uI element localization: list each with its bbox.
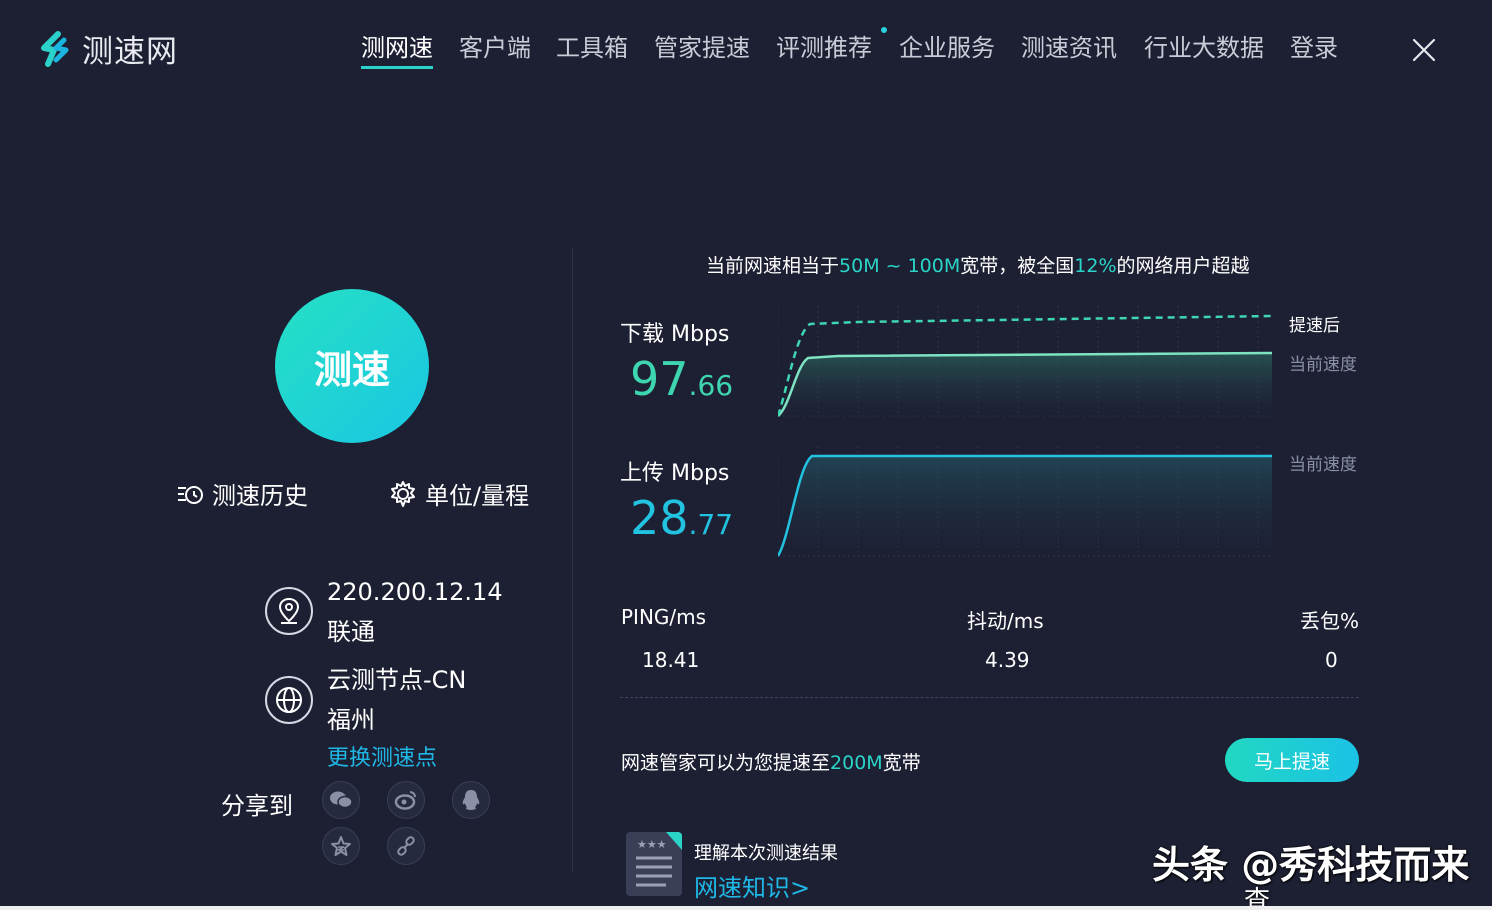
loss-label: 丢包% [1300, 609, 1360, 633]
history-icon [178, 485, 203, 504]
upload-label: 上传 Mbps [620, 461, 730, 486]
loss-value: 0 [1325, 648, 1338, 672]
weibo-icon[interactable] [387, 781, 425, 819]
share-label: 分享到 [221, 792, 293, 820]
upload-value: 28.77 [630, 493, 733, 550]
nav-big-data[interactable]: 行业大数据 [1144, 28, 1264, 63]
ping-value: 18.41 [642, 648, 700, 672]
promo-text: 网速管家可以为您提速至200M宽带 [621, 748, 921, 775]
nav-enterprise[interactable]: 企业服务 [899, 28, 995, 63]
summary-prefix: 当前网速相当于 [706, 255, 840, 277]
knowledge-title: 理解本次测速结果 [694, 843, 838, 864]
isp-name: 联通 [327, 618, 375, 646]
upload-dec: .77 [688, 508, 734, 541]
knowledge-link[interactable]: 网速知识> [694, 868, 810, 903]
upload-chart [778, 446, 1272, 557]
stats-divider [620, 697, 1359, 698]
summary-suffix: 的网络用户超越 [1116, 255, 1250, 277]
test-node: 云测节点-CN [327, 666, 467, 694]
unit-range-label: 单位/量程 [425, 482, 530, 510]
ip-address: 220.200.12.14 [327, 578, 503, 606]
speed-summary: 当前网速相当于50M ~ 100M宽带，被全国12%的网络用户超越 [706, 251, 1250, 278]
gear-icon [391, 480, 415, 507]
download-value: 97.66 [630, 354, 733, 411]
legend-boosted: 提速后 [1289, 316, 1340, 336]
history-button[interactable]: 测速历史 [176, 476, 308, 511]
upload-int: 28 [630, 491, 689, 545]
wechat-icon[interactable] [322, 781, 360, 819]
location-icon [265, 587, 313, 635]
jitter-value: 4.39 [985, 648, 1030, 672]
nav-boost[interactable]: 管家提速 [654, 28, 750, 63]
vertical-divider [572, 248, 573, 872]
close-icon[interactable] [1408, 34, 1440, 66]
link-icon[interactable] [387, 827, 425, 865]
bottom-edge [0, 906, 1492, 910]
promo-value: 200M [830, 752, 883, 774]
change-node-link[interactable]: 更换测速点 [327, 740, 437, 772]
nav-toolbox[interactable]: 工具箱 [556, 28, 628, 63]
nav-login[interactable]: 登录 [1290, 28, 1338, 63]
qq-icon[interactable] [452, 781, 490, 819]
summary-middle: 宽带，被全国 [960, 255, 1075, 277]
qzone-icon[interactable] [322, 827, 360, 865]
summary-percent: 12% [1074, 255, 1117, 277]
download-dec: .66 [688, 369, 734, 402]
watermark: 头条 @秀科技而来 [1152, 843, 1470, 887]
download-chart [778, 306, 1273, 417]
header: 测速网 测网速 客户端 工具箱 管家提速 评测推荐 企业服务 测速资讯 行业大数… [0, 0, 1492, 100]
legend-upload-current: 当前速度 [1289, 455, 1357, 475]
main-nav: 测网速 客户端 工具箱 管家提速 评测推荐 企业服务 测速资讯 行业大数据 登录 [0, 28, 1492, 78]
svg-text:★★★: ★★★ [637, 838, 667, 851]
boost-now-button[interactable]: 马上提速 [1225, 738, 1359, 782]
legend-download-current: 当前速度 [1289, 355, 1357, 375]
ping-label: PING/ms [621, 605, 707, 629]
history-label: 测速历史 [212, 482, 308, 510]
summary-range: 50M ~ 100M [839, 255, 961, 277]
nav-client[interactable]: 客户端 [459, 28, 531, 63]
download-int: 97 [630, 352, 689, 406]
document-icon: ★★★ [626, 832, 682, 896]
promo-suffix: 宽带 [882, 752, 921, 774]
nav-news[interactable]: 测速资讯 [1021, 28, 1117, 63]
jitter-label: 抖动/ms [967, 609, 1044, 633]
start-test-button[interactable]: 测速 [275, 289, 429, 443]
upload-area [778, 456, 1272, 556]
unit-range-button[interactable]: 单位/量程 [389, 476, 529, 511]
promo-prefix: 网速管家可以为您提速至 [621, 752, 831, 774]
nav-reviews[interactable]: 评测推荐 [776, 28, 872, 63]
node-city: 福州 [327, 706, 375, 734]
globe-icon [265, 676, 313, 724]
new-badge-dot [881, 27, 887, 33]
download-label: 下载 Mbps [620, 322, 730, 347]
download-area [778, 353, 1272, 416]
nav-speed-test[interactable]: 测网速 [361, 28, 433, 69]
